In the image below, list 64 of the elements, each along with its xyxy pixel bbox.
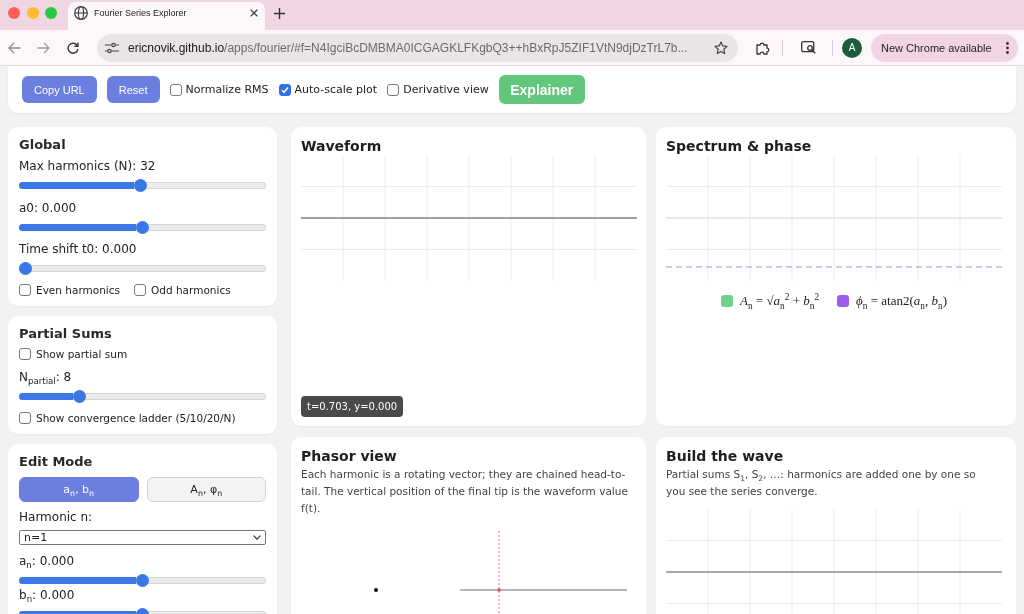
select-label: Harmonic n: [19, 509, 94, 526]
action-button[interactable]: Copy URL [22, 76, 97, 103]
puzzle-icon[interactable] [756, 40, 770, 55]
slider-thumb[interactable] [133, 179, 147, 192]
panel-title: Build the wave [666, 447, 785, 465]
checkbox-label: Show partial sum [36, 348, 128, 360]
action-button[interactable]: Reset [106, 76, 160, 103]
panel-title: Spectrum & phase [666, 137, 813, 155]
reload-icon[interactable] [67, 41, 79, 54]
slider-label: a$_{n}$: 0.000 [19, 552, 76, 570]
checkbox[interactable] [134, 284, 146, 296]
segmented-option[interactable]: A$_{n}$, φ$_{n}$ [146, 476, 266, 502]
checkbox[interactable] [278, 83, 291, 96]
tune-icon[interactable] [105, 41, 119, 54]
slider-thumb[interactable] [72, 390, 86, 403]
slider-track[interactable] [19, 223, 266, 231]
close-icon[interactable] [250, 9, 258, 17]
slider-track[interactable] [19, 576, 266, 584]
checkbox-label: Show convergence ladder (5/10/20/N) [36, 412, 236, 424]
checkbox-label: Odd harmonics [151, 284, 231, 296]
slider-thumb[interactable] [19, 262, 32, 275]
slider-track[interactable] [19, 182, 266, 189]
panel-description: Partial sums S$_{1}$, S$_{2}$, …: harmonics are added one by one so you see the series converge. [666, 467, 977, 499]
back-arrow-icon[interactable] [8, 41, 21, 54]
window-close-icon[interactable] [8, 7, 20, 19]
browser-tab[interactable]: Fourier Series Explorer [68, 2, 265, 30]
dropdown[interactable]: n=1 [19, 530, 266, 545]
panel-title: Waveform [301, 137, 383, 155]
checkbox-label: Even harmonics [36, 284, 120, 296]
card-title: Global [19, 136, 67, 153]
update-button[interactable]: New Chrome available [871, 33, 1018, 62]
forward-arrow-icon[interactable] [37, 41, 50, 54]
slider-thumb[interactable] [136, 573, 149, 587]
slider-track[interactable] [19, 393, 266, 400]
panel-description: Each harmonic is a rotating vector; they are chained head-to-tail. The vertical position of the final tip is the waveform value f(t). [301, 467, 629, 516]
slider-label: a0: 0.000 [19, 199, 78, 217]
checkbox[interactable] [387, 83, 400, 96]
profile-avatar[interactable]: A [842, 37, 862, 58]
checkbox[interactable] [169, 83, 182, 96]
checkbox-label: Derivative view [403, 83, 489, 96]
globe-icon [74, 6, 88, 20]
kebab-menu-icon[interactable] [1006, 41, 1009, 54]
checkbox-label: Normalize RMS [185, 83, 269, 96]
slider-track[interactable] [19, 265, 266, 272]
card-title: Partial Sums [19, 324, 113, 342]
card-title: Edit Mode [19, 452, 94, 470]
tooltip: t=0.703, y=0.000 [301, 396, 404, 417]
legend-formula: ϕ$_{n}$ = atan2(a$_{n}$, b$_{n}$) [856, 293, 947, 309]
page-search-icon[interactable] [801, 41, 816, 54]
checkbox-label: Auto-scale plot [294, 83, 378, 96]
checkbox[interactable] [19, 348, 31, 360]
slider-label: Time shift t0: 0.000 [19, 241, 138, 258]
slider-label: Max harmonics (N): 32 [19, 158, 157, 175]
caret-icon [253, 535, 261, 540]
checkbox[interactable] [19, 284, 31, 296]
panel-title: Phasor view [301, 447, 398, 465]
star-icon[interactable] [714, 40, 728, 55]
slider-label: N$_{partial}$: 8 [19, 369, 73, 386]
slider-label: b$_{n}$: 0.000 [19, 586, 76, 604]
address-bar[interactable]: ericnovik.github.io/apps/fourier/#f=N4IgciBcDMBMA0ICGAGKLFKgbQ3++hBxRpJ5ZIF1VtN9djDzTrL7b... [97, 33, 738, 62]
plus-icon[interactable] [274, 8, 285, 19]
segmented-option[interactable]: a$_{n}$, b$_{n}$ [19, 476, 139, 502]
slider-thumb[interactable] [136, 220, 149, 234]
checkbox[interactable] [19, 412, 31, 424]
